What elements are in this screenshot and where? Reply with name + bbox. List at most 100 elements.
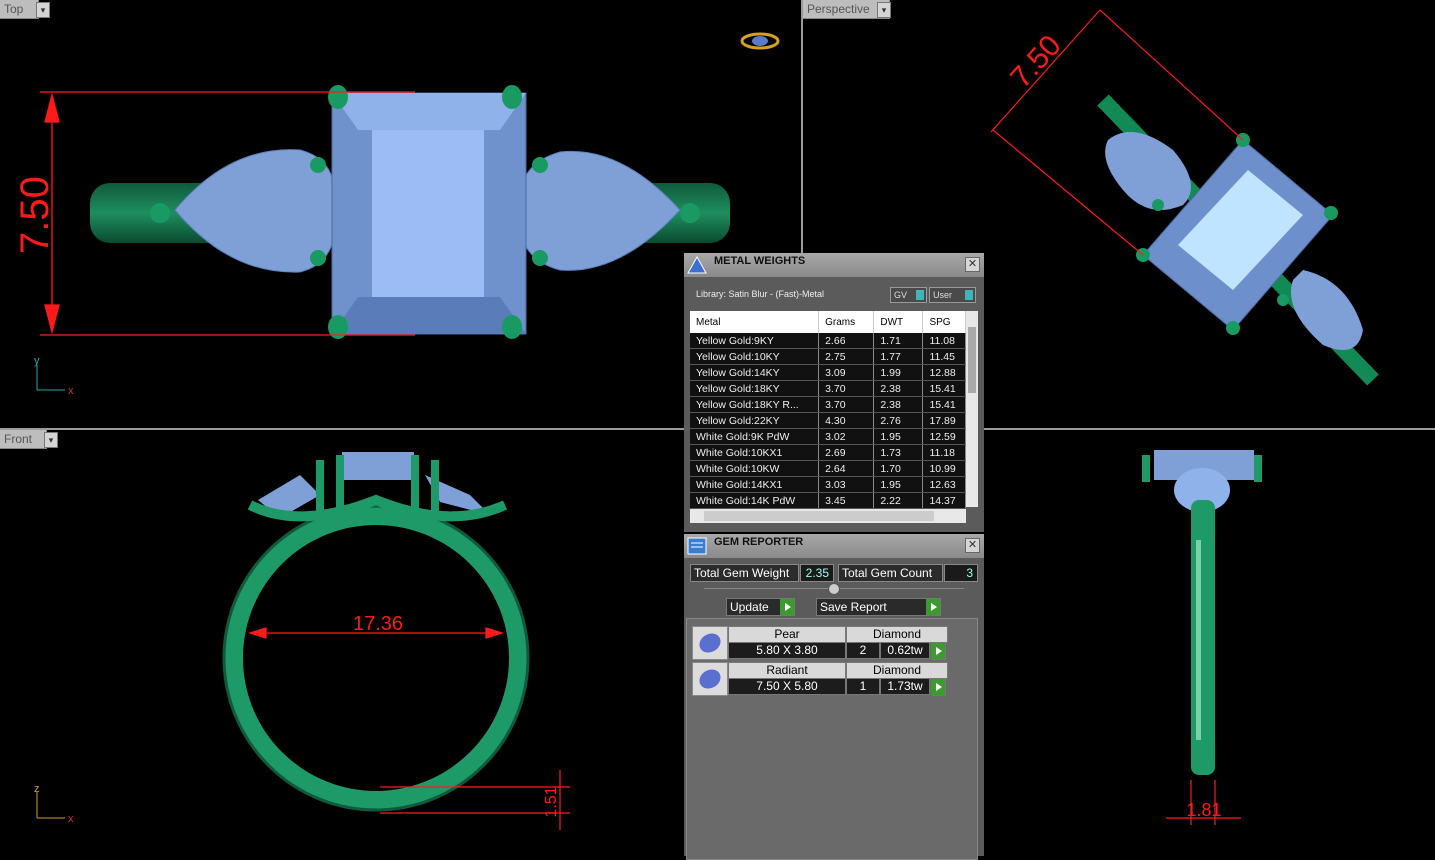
vertical-scrollbar[interactable] <box>966 311 978 507</box>
viewport-right[interactable]: 1.81 <box>986 430 1435 856</box>
ring-shank-side <box>1191 500 1215 775</box>
viewport-front[interactable]: 17.36 1.51 z x Front ▾ <box>0 430 684 856</box>
gem-row[interactable]: Pear Diamond 5.80 X 3.80 2 0.62tw <box>692 626 948 660</box>
metal-name-cell: White Gold:9K PdW <box>690 428 820 445</box>
grams-cell: 2.64 <box>818 460 875 477</box>
spg-cell: 14.37 <box>922 492 966 509</box>
table-row[interactable]: Yellow Gold:10KY 2.75 1.77 11.45 <box>690 348 966 365</box>
table-row[interactable]: Yellow Gold:9KY 2.66 1.71 11.08 <box>690 333 966 349</box>
viewport-tab-label: Top <box>4 2 24 16</box>
horizontal-scrollbar[interactable] <box>690 509 966 523</box>
grams-cell: 3.45 <box>818 492 875 509</box>
front-view-render: 17.36 1.51 z x <box>34 452 570 830</box>
table-row[interactable]: Yellow Gold:14KY 3.09 1.99 12.88 <box>690 364 966 381</box>
metal-name-cell: White Gold:10KW <box>690 460 820 477</box>
gem-type: Diamond <box>846 662 948 679</box>
spg-cell: 10.99 <box>922 460 966 477</box>
splitter-knob-icon[interactable] <box>828 583 840 595</box>
metal-weights-icon <box>687 255 707 274</box>
play-icon <box>931 679 945 695</box>
total-gem-count-label: Total Gem Count <box>838 564 943 582</box>
metal-name-cell: Yellow Gold:18KY R... <box>690 396 820 413</box>
table-row[interactable]: Yellow Gold:22KY 4.30 2.76 17.89 <box>690 412 966 429</box>
radiant-gem-icon <box>692 662 728 696</box>
library-label: Library: Satin Blur - (Fast)-Metal <box>696 289 825 299</box>
dwt-cell: 1.99 <box>873 364 924 381</box>
table-row[interactable]: Yellow Gold:18KY 3.70 2.38 15.41 <box>690 380 966 397</box>
table-row[interactable]: White Gold:9K PdW 3.02 1.95 12.59 <box>690 428 966 445</box>
column-header-grams[interactable]: Grams <box>818 311 875 333</box>
band-thickness-label: 1.51 <box>543 786 560 817</box>
chevron-down-icon[interactable]: ▾ <box>44 432 58 448</box>
column-header-spg[interactable]: SPG <box>922 311 966 333</box>
gem-report-icon <box>687 537 707 555</box>
metal-weights-titlebar: METAL WEIGHTS ✕ <box>684 253 984 277</box>
metal-weights-panel: METAL WEIGHTS ✕ Library: Satin Blur - (F… <box>684 253 984 532</box>
table-row[interactable]: White Gold:10KW 2.64 1.70 10.99 <box>690 460 966 477</box>
total-gem-weight-label: Total Gem Weight <box>690 564 799 582</box>
toggle-user-label: User <box>933 290 953 300</box>
gem-reporter-titlebar: GEM REPORTER ✕ <box>684 534 984 558</box>
column-header-dwt[interactable]: DWT <box>873 311 924 333</box>
metal-name-cell: White Gold:14K PdW <box>690 492 820 509</box>
gem-weight: 1.73tw <box>880 678 930 695</box>
spg-cell: 12.63 <box>922 476 966 493</box>
pear-gem-right <box>1291 270 1363 350</box>
gem-shape: Pear <box>728 626 846 643</box>
ring-shank <box>225 507 527 809</box>
grams-cell: 3.02 <box>818 428 875 445</box>
update-button[interactable]: Update <box>726 598 795 616</box>
gem-reporter-panel: GEM REPORTER ✕ Total Gem Weight 2.35 Tot… <box>684 534 984 860</box>
save-report-label: Save Report <box>820 600 887 614</box>
gem-select-button[interactable] <box>931 642 946 660</box>
viewport-tab-front[interactable]: Front <box>0 430 47 449</box>
axis-x-label: x <box>68 385 74 397</box>
gem-reporter-title: GEM REPORTER <box>714 536 804 548</box>
viewport-tab-top[interactable]: Top <box>0 0 39 19</box>
table-row[interactable]: White Gold:14KX1 3.03 1.95 12.63 <box>690 476 966 493</box>
gem-select-button[interactable] <box>931 678 946 696</box>
dwt-cell: 1.70 <box>873 460 924 477</box>
chevron-down-icon[interactable]: ▾ <box>877 2 891 18</box>
total-gem-weight-value: 2.35 <box>800 564 834 582</box>
chevron-down-icon[interactable]: ▾ <box>36 2 50 18</box>
close-icon[interactable]: ✕ <box>965 538 980 553</box>
play-icon <box>931 643 945 659</box>
metal-name-cell: White Gold:14KX1 <box>690 476 820 493</box>
viewport-top[interactable]: 7.50 y x Top ▾ <box>0 0 801 428</box>
grams-cell: 3.70 <box>818 380 875 397</box>
grams-cell: 2.69 <box>818 444 875 461</box>
spg-cell: 11.45 <box>922 348 966 365</box>
save-report-button[interactable]: Save Report <box>816 598 941 616</box>
axis-y-label: y <box>34 355 40 367</box>
metal-name-cell: Yellow Gold:14KY <box>690 364 820 381</box>
dwt-cell: 1.77 <box>873 348 924 365</box>
metal-name-cell: Yellow Gold:10KY <box>690 348 820 365</box>
dwt-cell: 1.73 <box>873 444 924 461</box>
table-row[interactable]: Yellow Gold:18KY R... 3.70 2.38 15.41 <box>690 396 966 413</box>
gem-row[interactable]: Radiant Diamond 7.50 X 5.80 1 1.73tw <box>692 662 948 696</box>
gem-weight: 0.62tw <box>880 642 930 659</box>
gem-shape: Radiant <box>728 662 846 679</box>
table-header-row: Metal Grams DWT SPG <box>690 311 966 333</box>
spg-cell: 11.18 <box>922 444 966 461</box>
metal-name-cell: White Gold:10KX1 <box>690 444 820 461</box>
column-header-metal[interactable]: Metal <box>690 311 820 333</box>
grams-cell: 2.75 <box>818 348 875 365</box>
play-icon <box>926 599 940 615</box>
gem-size: 7.50 X 5.80 <box>728 678 846 695</box>
table-row[interactable]: White Gold:14K PdW 3.45 2.22 14.37 <box>690 492 966 509</box>
viewport-tab-label: Perspective <box>807 2 870 16</box>
close-icon[interactable]: ✕ <box>965 257 980 272</box>
viewport-tab-label: Front <box>4 432 33 446</box>
toggle-gv[interactable]: GV <box>890 287 927 303</box>
axis-x-label: x <box>68 813 74 825</box>
metal-weights-title: METAL WEIGHTS <box>714 255 806 267</box>
metal-name-cell: Yellow Gold:18KY <box>690 380 820 397</box>
axis-triad-front <box>36 792 65 819</box>
gumball-icon[interactable] <box>740 32 780 50</box>
dwt-cell: 2.38 <box>873 380 924 397</box>
dwt-cell: 2.22 <box>873 492 924 509</box>
toggle-user[interactable]: User <box>929 287 976 303</box>
table-row[interactable]: White Gold:10KX1 2.69 1.73 11.18 <box>690 444 966 461</box>
